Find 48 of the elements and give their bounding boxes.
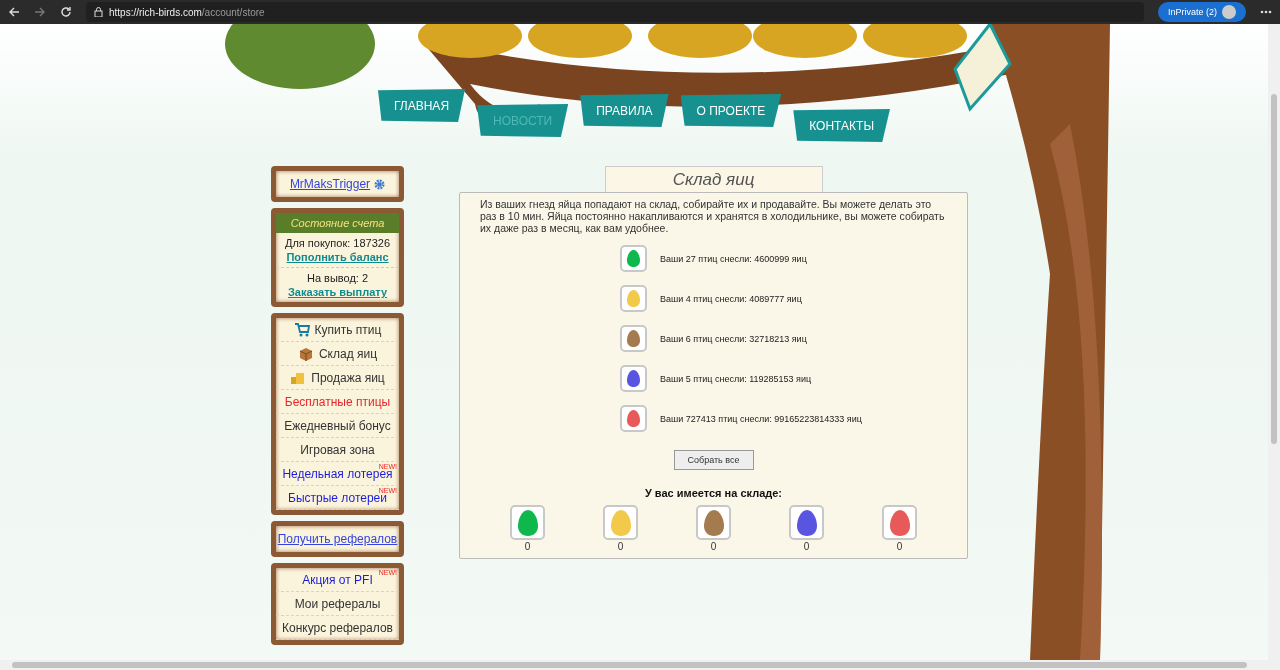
menu-link[interactable]: Игровая зона xyxy=(276,438,399,462)
forward-icon[interactable] xyxy=(34,6,46,18)
nav-link[interactable]: ГЛАВНАЯ xyxy=(378,89,466,122)
inprivate-button[interactable]: InPrivate (2) xyxy=(1157,2,1246,22)
egg-stock-count: 0 xyxy=(896,541,903,552)
inventory-title: У вас имеется на складе: xyxy=(644,487,783,499)
gear-icon[interactable] xyxy=(374,178,386,190)
egg-stock-count: 0 xyxy=(524,541,531,552)
egg-count-text: Ваши 727413 птиц снесли: 99165223814333 яиц xyxy=(660,413,862,424)
box-icon xyxy=(297,345,314,362)
cart-icon xyxy=(293,322,310,337)
purchase-balance: Для покупок: 187326 xyxy=(284,237,391,249)
menu-link[interactable]: Продажа яиц xyxy=(276,366,399,390)
nav-link[interactable]: КОНТАКТЫ xyxy=(793,109,890,142)
egg-count-text: Ваши 27 птиц снесли: 4600999 яиц xyxy=(660,253,807,264)
payout-link[interactable]: Заказать выплату xyxy=(287,286,388,298)
lock-icon xyxy=(94,7,103,17)
horizontal-scrollbar[interactable] xyxy=(0,660,1280,670)
egg-stock-count: 0 xyxy=(803,541,810,552)
menu-link[interactable]: Мои рефералы xyxy=(276,592,399,616)
back-icon[interactable] xyxy=(8,6,20,18)
page-title: Склад яиц xyxy=(604,166,823,192)
egg-stock-count: 0 xyxy=(617,541,624,552)
egg-count-text: Ваши 6 птиц снесли: 32718213 яиц xyxy=(660,333,807,344)
username-link[interactable]: MrMaksTrigger xyxy=(289,177,371,191)
account-title: Состояние счета xyxy=(276,213,399,233)
menu-link[interactable]: Конкурс рефералов xyxy=(276,616,399,640)
egg-count-text: Ваши 4 птиц снесли: 4089777 яиц xyxy=(660,293,802,304)
referral-link[interactable]: Получить рефералов xyxy=(277,532,398,546)
topup-link[interactable]: Пополнить баланс xyxy=(286,251,389,263)
egg-count-text: Ваши 5 птиц снесли: 119285153 яиц xyxy=(660,373,812,384)
menu-link[interactable]: Бесплатные птицы xyxy=(276,390,399,414)
withdraw-balance: На вывод: 2 xyxy=(306,272,369,284)
more-icon[interactable] xyxy=(1260,10,1272,14)
coins-icon xyxy=(290,370,307,385)
menu-link[interactable]: Склад яиц xyxy=(276,342,399,366)
nav-link[interactable]: ПРАВИЛА xyxy=(580,94,669,127)
egg-stock-count: 0 xyxy=(710,541,717,552)
avatar-icon xyxy=(1222,5,1236,19)
url-text: https://rich-birds.com/account/store xyxy=(109,6,265,18)
menu-link[interactable]: Ежедневный бонус xyxy=(276,414,399,438)
intro-text: Из ваших гнезд яйца попадают на склад, собирайте их и продавайте. Вы можете делать это раз в 10 мин. Яйца постоянно накапливаются и хранятся в холодильнике, вы можете собирать их даже раз в месяц, как вам удобнее. xyxy=(480,198,946,234)
menu-link[interactable]: Купить птиц xyxy=(276,318,399,342)
reload-icon[interactable] xyxy=(60,6,72,18)
vertical-scrollbar[interactable] xyxy=(1268,24,1280,660)
collect-all-button[interactable]: Собрать все xyxy=(673,450,754,470)
address-bar[interactable]: https://rich-birds.com/account/store xyxy=(86,2,1144,22)
nav-link[interactable]: О ПРОЕКТЕ xyxy=(680,94,782,127)
